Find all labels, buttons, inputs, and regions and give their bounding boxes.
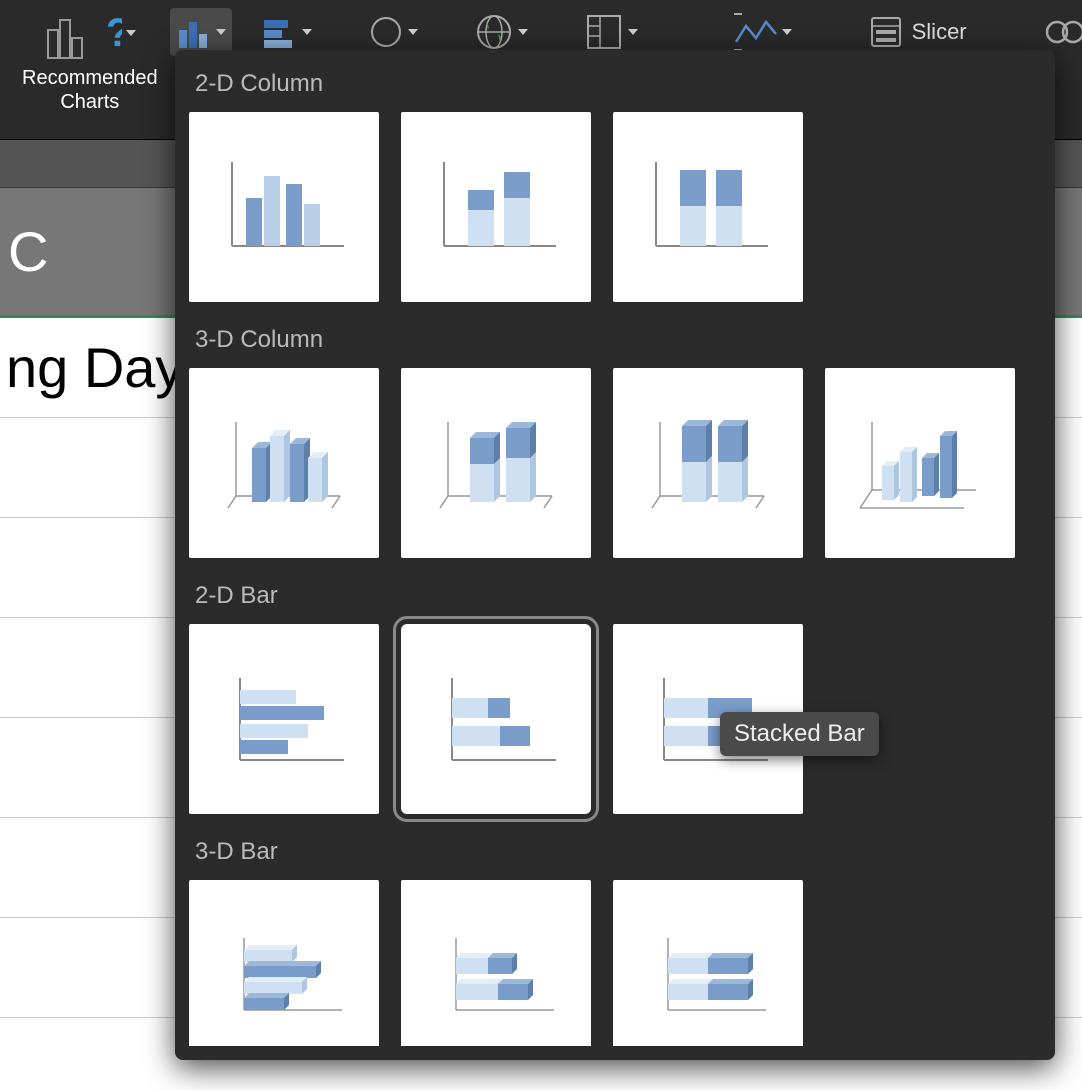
chevron-down-icon [302, 29, 312, 35]
recommended-charts-group[interactable]: ? Recommended Charts [10, 0, 170, 139]
100-stacked-bar-3d-thumb[interactable] [613, 880, 803, 1046]
link-icon [1043, 16, 1082, 48]
column-label: C [8, 219, 48, 284]
stacked-bar-3d-thumb[interactable] [401, 880, 591, 1046]
clustered-column-3d-thumb[interactable] [189, 368, 379, 558]
chevron-down-icon [216, 29, 226, 35]
clustered-bar-3d-thumb[interactable] [189, 880, 379, 1046]
section-3d-bar-label: 3-D Bar [189, 828, 1033, 880]
globe-icon [474, 12, 514, 52]
tooltip-stacked-bar: Stacked Bar [720, 712, 879, 756]
map-chart-button[interactable] [468, 8, 534, 56]
chevron-down-icon [126, 30, 136, 36]
recommended-charts-icon: ? [44, 6, 136, 60]
clustered-bar-2d-thumb[interactable] [189, 624, 379, 814]
section-3d-column-label: 3-D Column [189, 316, 1033, 368]
chart-type-buttons: Slicer [170, 0, 1082, 56]
column-3d-thumb[interactable] [825, 368, 1015, 558]
bar-chart-button[interactable] [256, 8, 318, 56]
sparkline-button[interactable] [728, 8, 798, 56]
recommended-charts-label: Recommended Charts [22, 66, 158, 114]
column-chart-button[interactable] [170, 8, 232, 56]
slicer-button[interactable]: Slicer [862, 8, 973, 56]
hierarchy-chart-button[interactable] [578, 8, 644, 56]
chevron-down-icon [782, 29, 792, 35]
section-2d-bar-label: 2-D Bar [189, 572, 1033, 624]
chart-type-dropdown: 2-D Column [175, 50, 1055, 1060]
chevron-down-icon [408, 29, 418, 35]
sparkline-icon [734, 12, 778, 52]
stacked-column-3d-thumb[interactable] [401, 368, 591, 558]
slicer-icon [868, 14, 904, 50]
100-stacked-column-2d-thumb[interactable] [613, 112, 803, 302]
link-button[interactable] [1037, 8, 1082, 56]
question-mark-icon: ? [106, 6, 122, 60]
chevron-down-icon [628, 29, 638, 35]
stacked-bar-2d-thumb[interactable] [401, 624, 591, 814]
svg-text:?: ? [106, 11, 122, 55]
chevron-down-icon [518, 29, 528, 35]
100-stacked-column-3d-thumb[interactable] [613, 368, 803, 558]
dropdown-scroll-area[interactable]: 2-D Column [189, 60, 1055, 1046]
clustered-column-2d-thumb[interactable] [189, 112, 379, 302]
section-2d-column-label: 2-D Column [189, 60, 1033, 112]
slicer-label: Slicer [912, 19, 967, 45]
pie-chart-button[interactable] [362, 8, 424, 56]
stacked-column-2d-thumb[interactable] [401, 112, 591, 302]
